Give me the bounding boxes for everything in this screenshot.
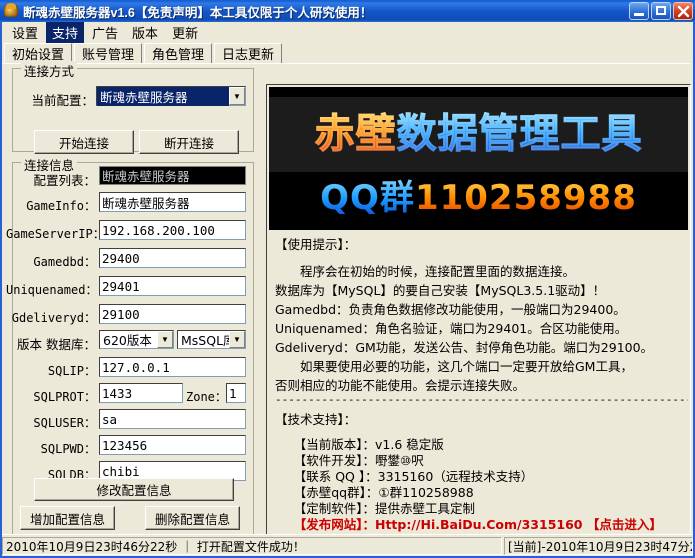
sqlip-label: SQLIP： (18, 362, 96, 379)
help-line: Uniquenamed：角色名验证，端口为29401。合区功能使用。 (269, 319, 688, 338)
help-line: Gamedbd：负责角色数据修改功能使用，一般端口为29400。 (269, 300, 688, 319)
help-website-link[interactable]: 【发布网站】：Http://Hi.BaiDu.Com/3315160 【点击进入… (269, 517, 688, 533)
maximize-button[interactable] (651, 2, 671, 20)
menu-item-update[interactable]: 更新 (166, 22, 204, 43)
help-line (269, 254, 688, 262)
gameserverip-label: GameServerIP： (6, 225, 96, 242)
client-area: 设置 支持 广告 版本 更新 初始设置 账号管理 角色管理 日志更新 连接方式 … (2, 22, 693, 556)
gameserverip-field[interactable]: 192.168.200.100 (99, 220, 246, 240)
help-divider: ----------------------------------------… (269, 395, 688, 404)
menu-item-version[interactable]: 版本 (126, 22, 164, 43)
banner-qq: QQ群110258988 (269, 175, 688, 221)
current-config-value: 断魂赤壁服务器 (97, 87, 229, 106)
app-icon (3, 3, 19, 19)
database-combo[interactable]: MsSQL库 ▼ (177, 330, 246, 349)
help-line: 【定制软件】：提供赤壁工具定制 (269, 501, 688, 517)
gamedbd-field[interactable]: 29400 (99, 248, 246, 268)
help-line (269, 429, 688, 437)
tab-strip: 初始设置 账号管理 角色管理 日志更新 (4, 42, 690, 64)
sqluser-label: SQLUSER： (12, 414, 96, 431)
sqlprot-label: SQLPROT： (12, 388, 96, 405)
help-line: 程序会在初始的时候，连接配置里面的数据连接。 (269, 262, 688, 281)
menu-item-settings[interactable]: 设置 (6, 22, 44, 43)
gdeliveryd-field[interactable]: 29100 (99, 304, 246, 324)
help-line: 【赤壁qq群】：①群110258988 (269, 485, 688, 501)
gamedbd-label: Gamedbd： (12, 253, 96, 270)
close-icon[interactable] (673, 2, 693, 20)
version-combo[interactable]: 620版本 ▼ (99, 330, 174, 349)
banner-title: 赤壁数据管理工具 (269, 103, 688, 165)
status-right: [当前]-2010年10月9日23时47分20秒 (504, 537, 693, 555)
window-title: 断魂赤壁服务器v1.6【免责声明】本工具仅限于个人研究使用！ (23, 2, 372, 21)
sqlpwd-label: SQLPWD： (16, 440, 96, 457)
zone-label: Zone： (186, 388, 222, 405)
title-bar: 断魂赤壁服务器v1.6【免责声明】本工具仅限于个人研究使用！ (0, 0, 695, 22)
banner-qq-number: 110258988 (415, 178, 637, 218)
help-line: 【当前版本】：v1.6 稳定版 (269, 437, 688, 453)
gameinfo-label: GameInfo： (12, 197, 96, 214)
sqlpwd-field[interactable]: 123456 (99, 435, 246, 455)
database-value: MsSQL库 (178, 330, 229, 349)
sqlprot-field[interactable]: 1433 (99, 383, 183, 403)
status-left: 2010年10月9日23时46分22秒 ｜ 打开配置文件成功！ (2, 537, 502, 555)
current-config-combo[interactable]: 断魂赤壁服务器 ▼ (96, 86, 246, 106)
close-x-glyph (677, 5, 690, 18)
tab-account-management[interactable]: 账号管理 (74, 43, 142, 63)
uniquenamed-label: Uniquenamed： (6, 281, 96, 298)
info-panel: 赤壁数据管理工具 QQ群110258988 【使用提示】： 程序会在初始的时候，… (266, 84, 691, 549)
help-line: Gdeliveryd：GM功能，发送公告、封停角色功能。端口为29100。 (269, 338, 688, 357)
delete-config-button[interactable]: 删除配置信息 (145, 506, 240, 530)
banner-qq-label: QQ群 (320, 178, 415, 218)
help-line: 【软件开发】：嘢鐢⑩呎 (269, 453, 688, 469)
modify-config-button[interactable]: 修改配置信息 (34, 478, 234, 501)
application-window: 断魂赤壁服务器v1.6【免责声明】本工具仅限于个人研究使用！ 设置 支持 广告 … (0, 0, 695, 558)
config-list-field[interactable]: 断魂赤壁服务器 (99, 166, 246, 185)
menu-bar: 设置 支持 广告 版本 更新 (2, 22, 693, 42)
chevron-down-icon-version[interactable]: ▼ (157, 331, 173, 348)
menu-item-support[interactable]: 支持 (46, 22, 84, 43)
tab-role-management[interactable]: 角色管理 (144, 43, 212, 63)
tab-initial-settings[interactable]: 初始设置 (4, 43, 72, 63)
version-db-label: 版本 数据库： (10, 334, 96, 353)
current-config-label: 当前配置： (20, 90, 94, 109)
disconnect-button[interactable]: 断开连接 (139, 130, 239, 154)
help-line: 【联系 QQ 】：3315160（远程技术支持） (269, 469, 688, 485)
help-line: 数据库为【MySQL】的要自己安装【MySQL3.5.1驱动】！ (269, 281, 688, 300)
start-connect-button[interactable]: 开始连接 (34, 130, 134, 154)
window-controls (629, 2, 693, 20)
chevron-down-icon-db[interactable]: ▼ (229, 331, 245, 348)
sqlip-field[interactable]: 127.0.0.1 (99, 357, 246, 377)
uniquenamed-field[interactable]: 29401 (99, 276, 246, 296)
zone-field[interactable]: 1 (226, 383, 246, 403)
connection-method-caption: 连接方式 (21, 61, 77, 80)
tab-log-update[interactable]: 日志更新 (214, 43, 282, 63)
menu-item-ads[interactable]: 广告 (86, 22, 124, 43)
tab-underline (2, 63, 690, 64)
chevron-down-icon[interactable]: ▼ (229, 87, 245, 105)
help-line: 如果要使用必要的功能，这几个端口一定要开放给GM工具， (269, 357, 688, 376)
banner-title-part1: 赤壁 (315, 111, 397, 157)
version-value: 620版本 (100, 330, 157, 349)
gameinfo-field[interactable]: 断魂赤壁服务器 (99, 192, 246, 212)
minimize-button[interactable] (629, 2, 649, 20)
sqluser-field[interactable]: sa (99, 409, 246, 429)
banner-image: 赤壁数据管理工具 QQ群110258988 (269, 87, 688, 230)
help-line: 【使用提示】： (269, 235, 688, 254)
gdeliveryd-label: Gdeliveryd： (10, 309, 96, 326)
banner-title-part2: 数据管理工具 (397, 111, 643, 157)
help-line: 【技术支持】： (269, 404, 688, 429)
config-list-label: 配置列表： (14, 170, 96, 189)
help-text-panel: 【使用提示】： 程序会在初始的时候，连接配置里面的数据连接。 数据库为【MySQ… (269, 232, 688, 546)
status-bar: 2010年10月9日23时46分22秒 ｜ 打开配置文件成功！ [当前]-201… (2, 534, 693, 556)
add-config-button[interactable]: 增加配置信息 (20, 506, 115, 530)
